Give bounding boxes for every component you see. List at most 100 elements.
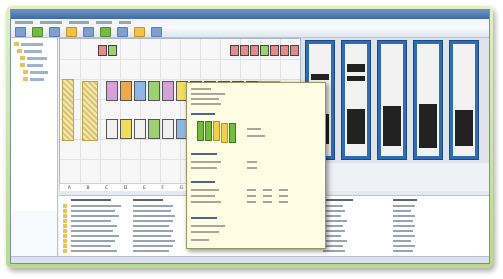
tree-item[interactable] bbox=[30, 71, 48, 74]
ruler-label: C bbox=[105, 185, 109, 191]
device-icon bbox=[63, 219, 67, 223]
toolbar-button-icon[interactable] bbox=[83, 26, 94, 37]
status-bar bbox=[11, 256, 489, 263]
menu-item[interactable] bbox=[119, 21, 131, 24]
cabinet[interactable] bbox=[449, 40, 479, 160]
restricted-zone bbox=[62, 79, 74, 141]
ruler-label: F bbox=[161, 185, 165, 191]
folder-icon[interactable] bbox=[14, 42, 19, 46]
grid-line bbox=[60, 59, 300, 60]
tree-item[interactable] bbox=[30, 78, 44, 81]
popup-value bbox=[279, 189, 288, 191]
toolbar-button-icon[interactable] bbox=[100, 26, 111, 37]
grid-line bbox=[80, 39, 81, 184]
folder-icon[interactable] bbox=[17, 49, 22, 53]
popup-section-heading bbox=[191, 113, 215, 115]
popup-text-line bbox=[247, 135, 265, 137]
ruler-label: A bbox=[67, 185, 71, 191]
toolbar-button-icon[interactable] bbox=[134, 26, 145, 37]
folder-icon[interactable] bbox=[23, 77, 28, 81]
toolbar-button-icon[interactable] bbox=[66, 26, 77, 37]
server-rack-icon[interactable] bbox=[98, 45, 107, 56]
device-icon[interactable] bbox=[455, 110, 473, 146]
menu-item[interactable] bbox=[69, 21, 89, 24]
tree-item[interactable] bbox=[24, 50, 42, 53]
server-rack-icon[interactable] bbox=[250, 45, 259, 56]
navigation-tree bbox=[11, 38, 58, 211]
ribbon-toolbar bbox=[11, 26, 489, 38]
rack-thumbnail-icon bbox=[221, 123, 236, 143]
menu-bar bbox=[11, 19, 489, 26]
device-icon[interactable] bbox=[347, 64, 365, 72]
server-rack-icon[interactable] bbox=[120, 119, 132, 139]
server-rack-icon[interactable] bbox=[162, 81, 174, 101]
menu-item[interactable] bbox=[40, 21, 62, 24]
tree-item[interactable] bbox=[27, 57, 47, 60]
server-rack-icon[interactable] bbox=[148, 81, 160, 101]
grid-line bbox=[60, 79, 300, 80]
device-icon bbox=[63, 229, 67, 233]
device-icon bbox=[63, 249, 67, 253]
toolbar-button-icon[interactable] bbox=[32, 26, 43, 37]
device-icon[interactable] bbox=[347, 76, 365, 81]
menu-item[interactable] bbox=[15, 21, 33, 24]
server-rack-icon[interactable] bbox=[120, 81, 132, 101]
popup-value bbox=[263, 195, 272, 197]
device-icon bbox=[63, 224, 67, 228]
device-icon bbox=[63, 239, 67, 243]
server-rack-icon[interactable] bbox=[270, 45, 279, 56]
popup-text-line bbox=[191, 88, 211, 90]
server-rack-icon[interactable] bbox=[260, 45, 269, 56]
cabinet[interactable] bbox=[341, 40, 371, 160]
popup-text-line bbox=[191, 98, 219, 100]
cabinet[interactable] bbox=[377, 40, 407, 160]
ruler-label: B bbox=[86, 185, 90, 191]
popup-text-line bbox=[191, 239, 209, 241]
table-row[interactable] bbox=[63, 249, 485, 253]
toolbar-button-icon[interactable] bbox=[15, 26, 26, 37]
server-rack-icon[interactable] bbox=[162, 119, 174, 139]
toolbar-button-icon[interactable] bbox=[49, 26, 60, 37]
application-window: A B C D E F G H I J K L M bbox=[10, 9, 490, 264]
popup-text-line bbox=[191, 161, 221, 163]
ruler-label: E bbox=[142, 185, 146, 191]
grid-line bbox=[160, 39, 161, 184]
popup-text-line bbox=[191, 201, 221, 203]
popup-text-line bbox=[191, 167, 217, 169]
server-rack-icon[interactable] bbox=[290, 45, 299, 56]
toolbar-button-icon[interactable] bbox=[117, 26, 128, 37]
cabinet[interactable] bbox=[413, 40, 443, 160]
server-rack-icon[interactable] bbox=[148, 119, 160, 139]
device-icon[interactable] bbox=[347, 109, 365, 144]
popup-text-line bbox=[191, 231, 219, 233]
toolbar-button-icon[interactable] bbox=[151, 26, 162, 37]
device-icon bbox=[63, 214, 67, 218]
popup-value bbox=[279, 201, 288, 203]
menu-item[interactable] bbox=[96, 21, 112, 24]
folder-icon[interactable] bbox=[23, 70, 28, 74]
popup-text-line bbox=[247, 128, 261, 130]
popup-value bbox=[247, 201, 256, 203]
folder-icon[interactable] bbox=[20, 63, 25, 67]
folder-icon[interactable] bbox=[20, 56, 25, 60]
server-rack-icon[interactable] bbox=[106, 119, 118, 139]
device-icon[interactable] bbox=[311, 74, 329, 80]
rack-elevation-view bbox=[301, 38, 489, 163]
server-rack-icon[interactable] bbox=[240, 45, 249, 56]
server-rack-icon[interactable] bbox=[280, 45, 289, 56]
popup-value bbox=[263, 189, 272, 191]
device-icon bbox=[63, 244, 67, 248]
device-icon bbox=[63, 234, 67, 238]
device-icon bbox=[63, 209, 67, 213]
tree-item[interactable] bbox=[27, 64, 43, 67]
device-icon[interactable] bbox=[383, 106, 401, 146]
server-rack-icon[interactable] bbox=[134, 119, 146, 139]
tree-item[interactable] bbox=[21, 43, 43, 46]
server-rack-icon[interactable] bbox=[106, 81, 118, 101]
device-icon[interactable] bbox=[419, 104, 437, 148]
server-rack-icon[interactable] bbox=[108, 45, 117, 56]
grid-line bbox=[140, 39, 141, 184]
server-rack-icon[interactable] bbox=[230, 45, 239, 56]
server-rack-icon[interactable] bbox=[134, 81, 146, 101]
device-icon bbox=[63, 204, 67, 208]
